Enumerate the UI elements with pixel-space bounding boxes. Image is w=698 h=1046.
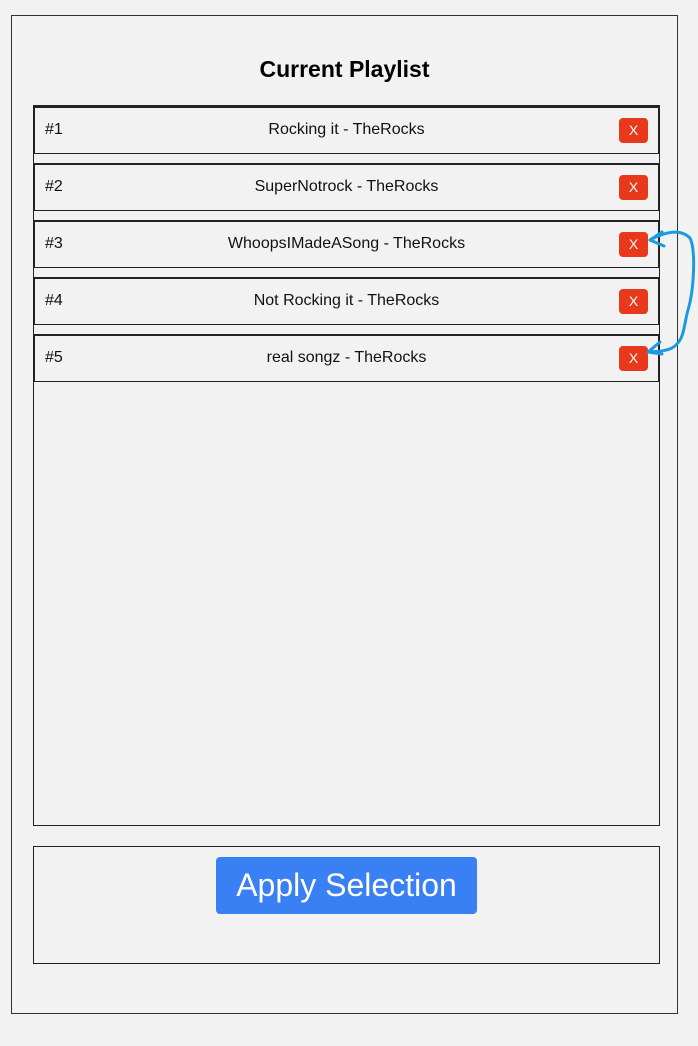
song-title: Not Rocking it - TheRocks [253, 292, 440, 309]
remove-button[interactable]: X [619, 118, 648, 143]
remove-button[interactable]: X [619, 289, 648, 314]
remove-button[interactable]: X [619, 175, 648, 200]
apply-selection-button[interactable]: Apply Selection [216, 857, 477, 914]
song-title: SuperNotrock - TheRocks [254, 178, 439, 195]
song-title: real songz - TheRocks [266, 349, 427, 366]
remove-button[interactable]: X [619, 232, 648, 257]
remove-button[interactable]: X [619, 346, 648, 371]
playlist-container: #1 Rocking it - TheRocks X #2 SuperNotro… [33, 105, 660, 826]
playlist-window: Current Playlist #1 Rocking it - TheRock… [11, 15, 678, 1014]
playlist-row-1[interactable]: #1 Rocking it - TheRocks X [34, 106, 659, 154]
playlist-row-5[interactable]: #5 real songz - TheRocks X [34, 334, 659, 382]
playlist-row-4[interactable]: #4 Not Rocking it - TheRocks X [34, 277, 659, 325]
song-title: Rocking it - TheRocks [268, 121, 425, 138]
apply-panel: Apply Selection [33, 846, 660, 964]
playlist-row-3[interactable]: #3 WhoopsIMadeASong - TheRocks X [34, 220, 659, 268]
playlist-row-2[interactable]: #2 SuperNotrock - TheRocks X [34, 163, 659, 211]
page-title: Current Playlist [259, 56, 430, 82]
song-title: WhoopsIMadeASong - TheRocks [227, 235, 466, 252]
